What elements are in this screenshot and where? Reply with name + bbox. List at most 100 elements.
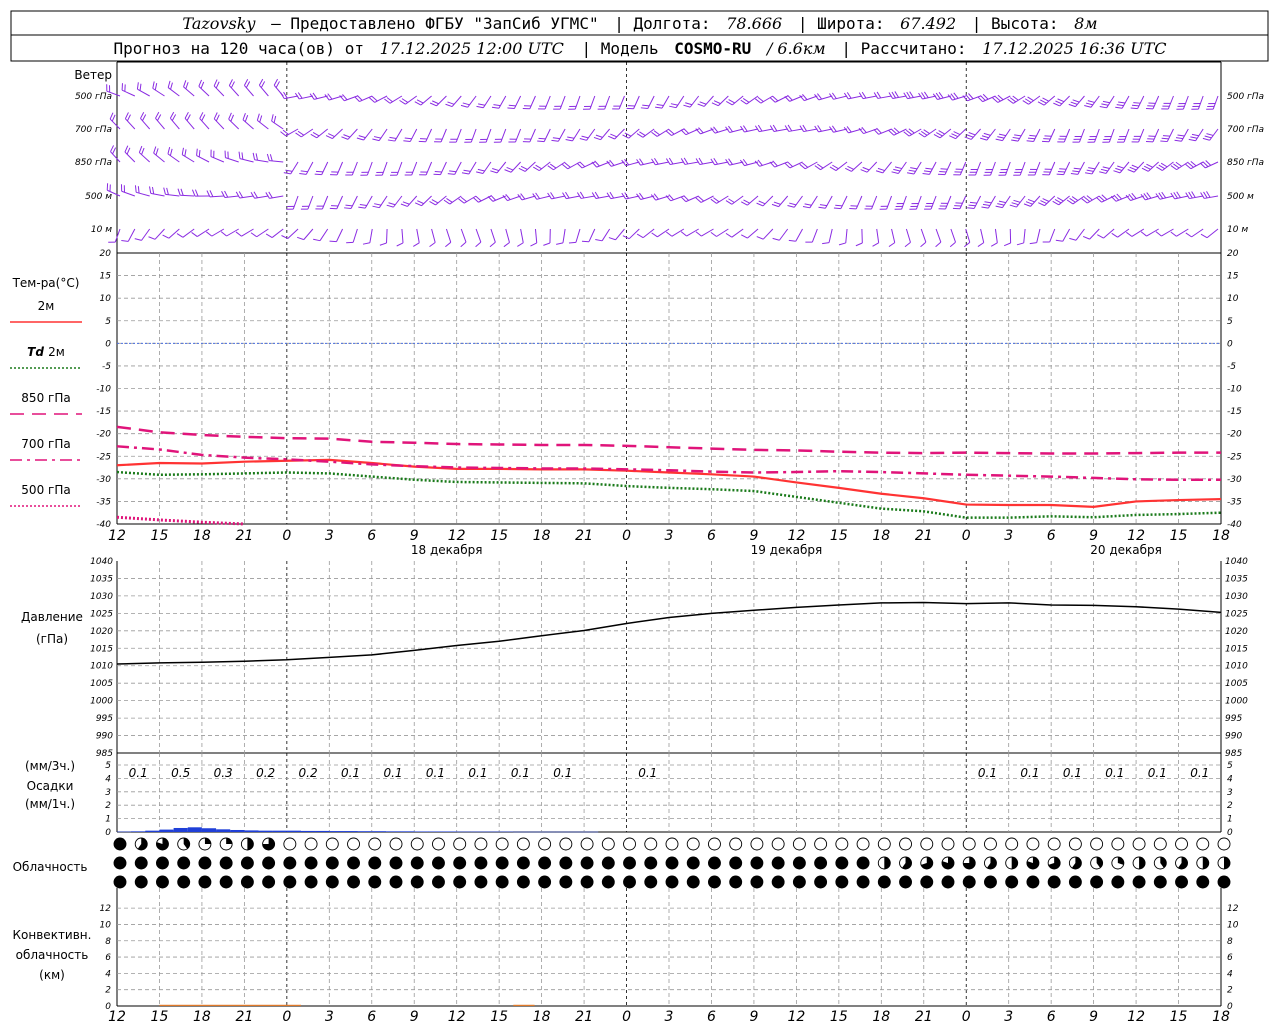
wind-barb-shaft — [633, 95, 640, 109]
wind-barb-feather — [255, 153, 259, 161]
wind-barb-feather — [804, 203, 812, 206]
wind-barb-feather — [609, 191, 615, 199]
wind-barb-feather — [372, 138, 380, 142]
wind-barb-feather — [923, 129, 930, 134]
wind-barb-feather — [155, 111, 160, 119]
wind-barb-feather — [933, 133, 941, 139]
temp-tick-right: 0 — [1227, 339, 1233, 349]
wind-barb — [1200, 191, 1219, 199]
cloud-fill-full — [1196, 876, 1209, 888]
wind-barb-feather — [680, 231, 687, 237]
wind-barb — [1029, 228, 1041, 245]
wind-barb-feather — [228, 112, 232, 120]
wind-barb-feather — [387, 139, 395, 142]
precip-3h-value: 0.1 — [1148, 766, 1167, 780]
cloud-cover-symbol — [283, 875, 297, 889]
temp-legend-label: 500 гПа — [21, 483, 70, 497]
wind-barb-shaft — [811, 228, 818, 243]
wind-barb-shaft — [891, 228, 896, 243]
wind-barb — [935, 228, 942, 248]
wind-barb-feather — [1160, 140, 1168, 143]
cloud-cover-symbol — [1111, 875, 1125, 889]
cloud-circle-outline — [729, 837, 743, 851]
wind-barb-shaft — [717, 95, 729, 107]
wind-barb-feather — [1101, 103, 1109, 106]
temp-tick-left: -10 — [96, 385, 111, 395]
cloud-fill-full — [793, 857, 806, 869]
wind-barb — [711, 95, 729, 107]
wind-barb-shaft — [420, 95, 432, 106]
wind-barb-shaft — [973, 195, 982, 209]
wind-barb-shaft — [1075, 228, 1085, 241]
hour-tick-label: 21 — [235, 528, 253, 544]
wind-barb-shaft — [939, 128, 952, 139]
wind-barb-feather — [493, 104, 501, 107]
cloud-fill-full — [1026, 876, 1039, 888]
precip-tick-left: 3 — [105, 788, 111, 798]
cloud-cover-symbol — [177, 856, 191, 870]
wind-barb — [741, 195, 759, 206]
wind-barb — [400, 195, 418, 207]
convective-tick-left: 10 — [100, 920, 112, 930]
cloud-circle-outline — [856, 837, 870, 851]
wind-barb-feather — [610, 133, 617, 138]
precip-tick-right: 1 — [1227, 815, 1233, 825]
wind-barb-feather — [445, 103, 453, 108]
cloud-circle-outline — [1026, 837, 1040, 851]
wind-barb — [1126, 228, 1145, 237]
day-label: 18 декабря — [411, 543, 483, 557]
wind-barb — [953, 161, 967, 176]
wind-barb-shaft — [731, 228, 744, 238]
wind-barb-feather — [402, 201, 410, 205]
wind-barb — [665, 194, 685, 202]
wind-barb-feather — [200, 81, 205, 89]
wind-barb-shaft — [498, 95, 507, 109]
convective-bar — [513, 1004, 535, 1006]
wind-barb-feather — [1202, 137, 1210, 141]
wind-barb-feather — [1173, 192, 1178, 199]
temp-legend-prefix: Td — [27, 345, 48, 359]
wind-barb-feather — [184, 149, 187, 157]
wind-barb-feather — [981, 206, 989, 209]
precip-3h-value: 0.2 — [299, 766, 318, 780]
wind-barb-feather — [124, 145, 129, 153]
convective-title-1: Конвективн. — [13, 928, 92, 942]
wind-barb — [372, 195, 388, 209]
wind-barb-shaft — [140, 118, 151, 130]
wind-barb-shaft — [1062, 228, 1071, 242]
cloud-cover-symbol — [1005, 856, 1019, 870]
wind-barb — [345, 161, 358, 176]
wind-barb — [206, 228, 225, 237]
wind-barb — [191, 189, 210, 197]
cloud-cover-symbol — [134, 837, 148, 851]
cloud-fill-full — [602, 876, 615, 888]
wind-barb-shaft — [254, 159, 269, 163]
wind-barb-feather — [201, 114, 206, 122]
wind-barb — [532, 161, 551, 172]
wind-barb-feather — [1085, 172, 1093, 175]
wind-barb-feather — [476, 171, 484, 174]
hour-tick-label-bottom: 6 — [1047, 1009, 1056, 1024]
wind-barb-feather — [802, 124, 807, 132]
precip-3h-value: 0.3 — [214, 766, 233, 780]
wind-barb-feather — [1038, 202, 1045, 207]
cloud-circle-outline — [283, 837, 297, 851]
wind-barb-feather — [297, 236, 304, 241]
wind-barb-feather — [1084, 104, 1092, 108]
wind-barb-shaft — [425, 128, 433, 142]
wind-barb-feather — [148, 236, 156, 240]
wind-barb — [755, 95, 774, 104]
wind-barb — [937, 161, 952, 176]
cloud-cover-symbol — [1217, 875, 1231, 889]
wind-barb-shaft — [600, 128, 611, 141]
temp-legend-level: 2м — [48, 345, 65, 359]
wind-barb-shaft — [285, 128, 299, 137]
wind-barb-feather — [855, 242, 863, 247]
wind-barb — [449, 128, 462, 143]
cloud-fill-full — [411, 876, 424, 888]
wind-barb-feather — [136, 82, 139, 90]
wind-barb-feather — [802, 205, 810, 209]
wind-barb — [121, 83, 136, 97]
wind-barb-shaft — [303, 228, 314, 240]
wind-barb-feather — [537, 140, 545, 143]
